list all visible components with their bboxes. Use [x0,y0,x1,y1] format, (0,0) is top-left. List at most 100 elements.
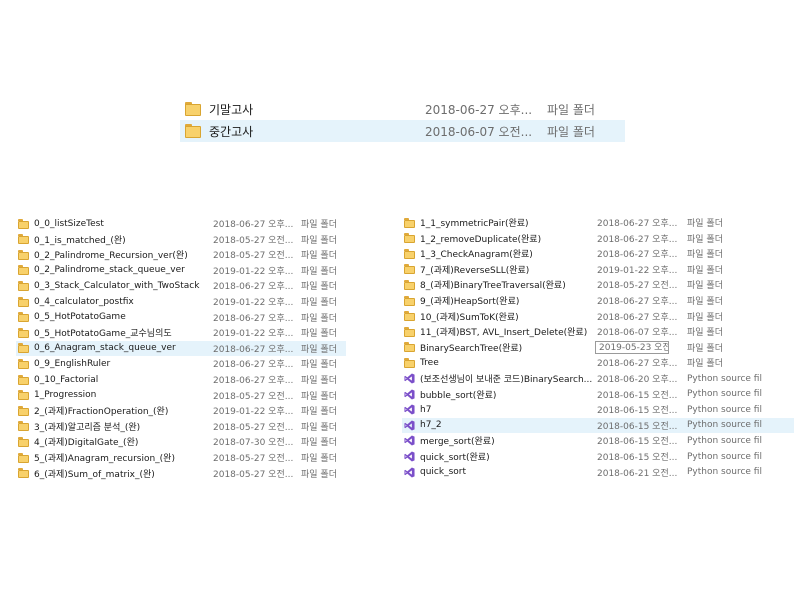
type-cell: 파일 폴더 [301,235,337,246]
name-cell: 9_(과제)HeapSort(완료) [402,294,597,307]
name-cell: 0_4_calculator_postfix [16,296,213,307]
file-row-merge-sort[interactable]: merge_sort(완료) 2018-06-15 오전... Python sou… [402,433,794,448]
file-row-0-0-listsizetest[interactable]: 0_0_listSizeTest 2018-06-27 오후... 파일 폴더 [16,216,346,231]
date-cell: 2018-06-27 오후... [597,359,678,370]
file-row-3[interactable]: 3_(과제)알고리즘 분석_(완) 2018-05-27 오전... 파일 폴더 [16,419,346,434]
date-cell: 2018-06-27 오후... [213,282,294,293]
file-name: h7 [420,404,432,415]
date-cell: 2018-07-30 오전... [213,438,294,449]
name-cell: 0_0_listSizeTest [16,218,213,229]
python-file-icon [404,467,415,478]
file-row-1-progression[interactable]: 1_Progression 2018-05-27 오전... 파일 폴더 [16,388,346,403]
file-name: 1_1_symmetricPair(완료) [420,219,529,229]
name-cell: merge_sort(완료) [402,434,597,447]
type-cell: Python source file [687,420,762,431]
type-cell: 파일 폴더 [301,282,337,293]
file-row-h7[interactable]: h7 2018-06-15 오전... Python source file [402,402,794,417]
date-cell: 2018-06-15 오전... [597,453,678,463]
date-cell: 2018-06-27 오후... [425,102,533,117]
file-row-binarysearch[interactable]: (보조선생님이 보내준 코드)BinarySearch... 2018-06-20… [402,371,794,386]
file-row-0-5-hotpotatogame[interactable]: 0_5_HotPotatoGame 2018-06-27 오후... 파일 폴더 [16,310,346,325]
file-row-0-1-is-matched[interactable]: 0_1_is_matched_(완) 2018-05-27 오전... 파일 폴더 [16,232,346,247]
file-row-1-3-checkanagram[interactable]: 1_3_CheckAnagram(완료) 2018-06-27 오후... 파일 폴… [402,246,794,261]
type-cell: Python source file [687,467,762,478]
name-cell: 0_3_Stack_Calculator_with_TwoStack [16,280,213,291]
name-cell: quick_sort(완료) [402,450,597,463]
file-row-0-9-englishruler[interactable]: 0_9_EnglishRuler 2018-06-27 오후... 파일 폴더 [16,356,346,371]
date-cell: 2019-01-22 오후... [213,298,294,308]
file-row-0-3-stack-calculator-with-twostack[interactable]: 0_3_Stack_Calculator_with_TwoStack 2018-0… [16,278,346,293]
file-row-4-digitalgate[interactable]: 4_(과제)DigitalGate_(완) 2018-07-30 오전... 파일 … [16,434,346,449]
type-cell: 파일 폴더 [687,219,723,229]
file-row-9-heapsort[interactable]: 9_(과제)HeapSort(완료) 2018-06-27 오후... 파일 폴더 [402,293,794,308]
file-row-10-sumtok[interactable]: 10_(과제)SumToK(완료) 2018-06-27 오후... 파일 폴더 [402,309,794,324]
file-name: 8_(과제)BinaryTreeTraversal(완료) [420,281,566,292]
name-cell: 1_3_CheckAnagram(완료) [402,247,597,260]
file-name: 4_(과제)DigitalGate_(완) [34,438,139,449]
folder-icon [18,265,29,276]
file-name: 3_(과제)알고리즘 분석_(완) [34,422,141,433]
file-row-11-bst-avl-insert-delete[interactable]: 11_(과제)BST, AVL_Insert_Delete(완료) 2018-06… [402,324,794,339]
folder-name: 중간고사 [209,124,254,139]
type-cell: Python source file [687,435,762,446]
name-cell: bubble_sort(완료) [402,388,597,401]
explorer-screenshot: 기말고사 2018-06-27 오후... 파일 폴더 중간고사 2018-06… [0,0,800,600]
file-row-1-2-removeduplicate[interactable]: 1_2_removeDuplicate(완료) 2018-06-27 오후... 파… [402,231,794,246]
file-row-5-anagram-recursion[interactable]: 5_(과제)Anagram_recursion_(완) 2018-05-27 오전… [16,450,346,465]
file-row-quick-sort[interactable]: quick_sort 2018-06-21 오전... Python source … [402,465,794,480]
rename-edit-box[interactable]: 2019-05-23 오전... [595,340,669,354]
python-file-icon [404,389,415,400]
date-cell: 2018-05-27 오전... [213,251,294,262]
file-row-0-10-factorial[interactable]: 0_10_Factorial 2018-06-27 오후... 파일 폴더 [16,372,346,387]
python-file-icon [404,451,415,462]
file-row-quick-sort[interactable]: quick_sort(완료) 2018-06-15 오전... Python sou… [402,449,794,464]
folder-icon [18,249,29,260]
file-row-6-sum-of-matrix[interactable]: 6_(과제)Sum_of_matrix_(완) 2018-05-27 오전... 파… [16,466,346,481]
folder-icon [404,279,415,290]
folder-icon [18,405,29,416]
file-row-0-2-palindrome-stack-queue-ver[interactable]: 0_2_Palindrome_stack_queue_ver 2019-01-22… [16,263,346,278]
type-cell: 파일 폴더 [687,234,723,245]
type-cell: 파일 폴더 [301,298,337,308]
python-file-icon [404,373,415,384]
folder-icon [404,357,415,368]
file-row-0-2-palindrome-recursion-ver[interactable]: 0_2_Palindrome_Recursion_ver(완) 2018-05-2… [16,247,346,262]
type-cell: Python source file [687,389,762,400]
file-row-1-1-symmetricpair[interactable]: 1_1_symmetricPair(완료) 2018-06-27 오후... 파일 … [402,215,794,230]
name-cell: 11_(과제)BST, AVL_Insert_Delete(완료) [402,325,597,338]
type-cell: 파일 폴더 [301,266,337,277]
name-cell: 0_10_Factorial [16,374,213,385]
type-cell: 파일 폴더 [301,438,337,449]
name-cell: quick_sort [402,467,597,478]
file-row-0-4-calculator-postfix[interactable]: 0_4_calculator_postfix 2019-01-22 오후... 파일… [16,294,346,309]
file-row-0-6-anagram-stack-queue-ver[interactable]: 0_6_Anagram_stack_queue_ver 2018-06-27 오후… [16,340,346,356]
folder-row-final-exam[interactable]: 기말고사 2018-06-27 오후... 파일 폴더 [180,98,625,120]
type-cell: Python source file [687,451,762,462]
folder-name: 기말고사 [209,102,254,117]
file-name: 0_1_is_matched_(완) [34,235,126,246]
type-cell: 파일 폴더 [301,360,337,371]
name-cell: 0_2_Palindrome_stack_queue_ver [16,265,213,276]
file-row-8-binarytreetraversal[interactable]: 8_(과제)BinaryTreeTraversal(완료) 2018-05-27 … [402,277,794,292]
type-cell: 파일 폴더 [301,376,337,386]
folder-row-midterm-exam[interactable]: 중간고사 2018-06-07 오전... 파일 폴더 [180,120,625,142]
file-row-h7-2[interactable]: h7_2 2018-06-15 오전... Python source file [402,417,794,433]
date-cell: 2018-06-07 오전... [425,124,533,139]
name-cell: 0_5_HotPotatoGame [16,312,213,323]
name-cell: 0_5_HotPotatoGame_교수님의도 [16,326,213,339]
file-row-bubble-sort[interactable]: bubble_sort(완료) 2018-06-15 오전... Python so… [402,387,794,402]
date-cell: 2018-06-27 오후... [597,312,678,323]
date-cell: 2018-06-15 오전... [597,406,678,417]
file-row-tree[interactable]: Tree 2018-06-27 오후... 파일 폴더 [402,355,794,370]
type-cell: 파일 폴더 [301,251,337,262]
file-name: quick_sort(완료) [420,453,490,463]
type-cell: Python source file [687,373,762,384]
python-file-icon [404,420,415,431]
file-row-0-5-hotpotatogame[interactable]: 0_5_HotPotatoGame_교수님의도 2019-01-22 오후... 파… [16,325,346,340]
folder-icon [404,248,415,259]
file-row-2-fractionoperation[interactable]: 2_(과제)FractionOperation_(완) 2019-01-22 오후… [16,403,346,418]
date-cell: 2018-06-27 오후... [213,220,294,230]
date-cell: 2018-06-15 오전... [597,390,678,401]
file-row-7-reversesll[interactable]: 7_(과제)ReverseSLL(완료) 2019-01-22 오후... 파일 폴… [402,262,794,277]
type-cell: 파일 폴더 [301,220,337,230]
